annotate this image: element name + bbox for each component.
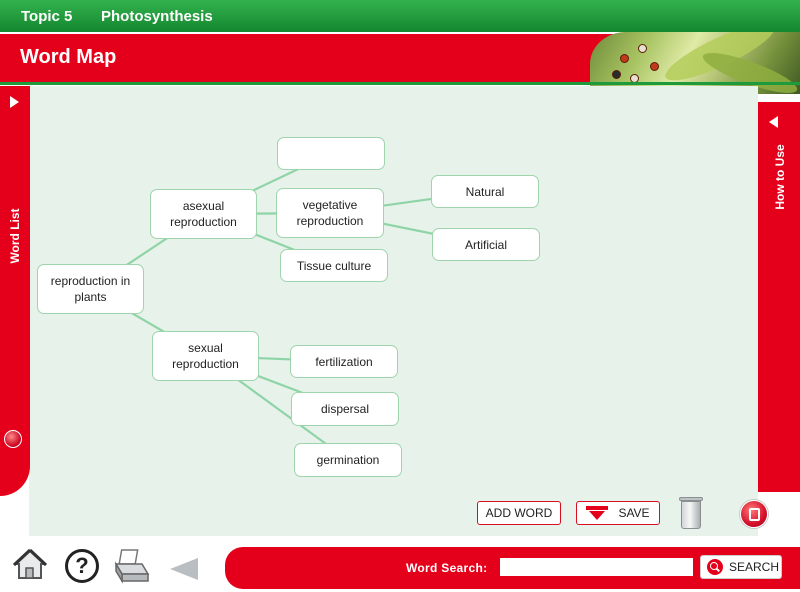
help-icon[interactable]: ? bbox=[65, 549, 99, 583]
trash-icon[interactable] bbox=[679, 497, 703, 529]
node-reproduction-in-plants[interactable]: reproduction in plants bbox=[37, 264, 144, 314]
search-button-label: SEARCH bbox=[729, 560, 780, 574]
print-icon[interactable] bbox=[112, 548, 150, 584]
word-search-label: Word Search: bbox=[406, 561, 488, 575]
back-arrow-icon[interactable] bbox=[170, 558, 198, 580]
exit-icon[interactable] bbox=[740, 500, 768, 528]
save-arrow-icon bbox=[586, 506, 609, 520]
node-dispersal[interactable]: dispersal bbox=[291, 392, 399, 426]
node-natural[interactable]: Natural bbox=[431, 175, 539, 208]
node-germination[interactable]: germination bbox=[294, 443, 402, 477]
word-search-input[interactable] bbox=[500, 558, 693, 576]
word-search-bar: Word Search: SEARCH bbox=[225, 547, 800, 589]
node-fertilization[interactable]: fertilization bbox=[290, 345, 398, 378]
save-button[interactable]: SAVE bbox=[576, 501, 660, 525]
node-empty[interactable] bbox=[277, 137, 385, 170]
word-map-app: Topic 5 Photosynthesis Word Map Word Lis… bbox=[0, 0, 800, 592]
home-icon[interactable] bbox=[12, 546, 48, 582]
search-icon bbox=[707, 559, 723, 575]
node-asexual-reproduction[interactable]: asexual reproduction bbox=[150, 189, 257, 239]
node-tissue-culture[interactable]: Tissue culture bbox=[280, 249, 388, 282]
add-word-button[interactable]: ADD WORD bbox=[477, 501, 561, 525]
node-artificial[interactable]: Artificial bbox=[432, 228, 540, 261]
search-button[interactable]: SEARCH bbox=[700, 555, 782, 579]
node-vegetative-reproduction[interactable]: vegetative reproduction bbox=[276, 188, 384, 238]
node-sexual-reproduction[interactable]: sexual reproduction bbox=[152, 331, 259, 381]
save-label: SAVE bbox=[618, 506, 650, 520]
